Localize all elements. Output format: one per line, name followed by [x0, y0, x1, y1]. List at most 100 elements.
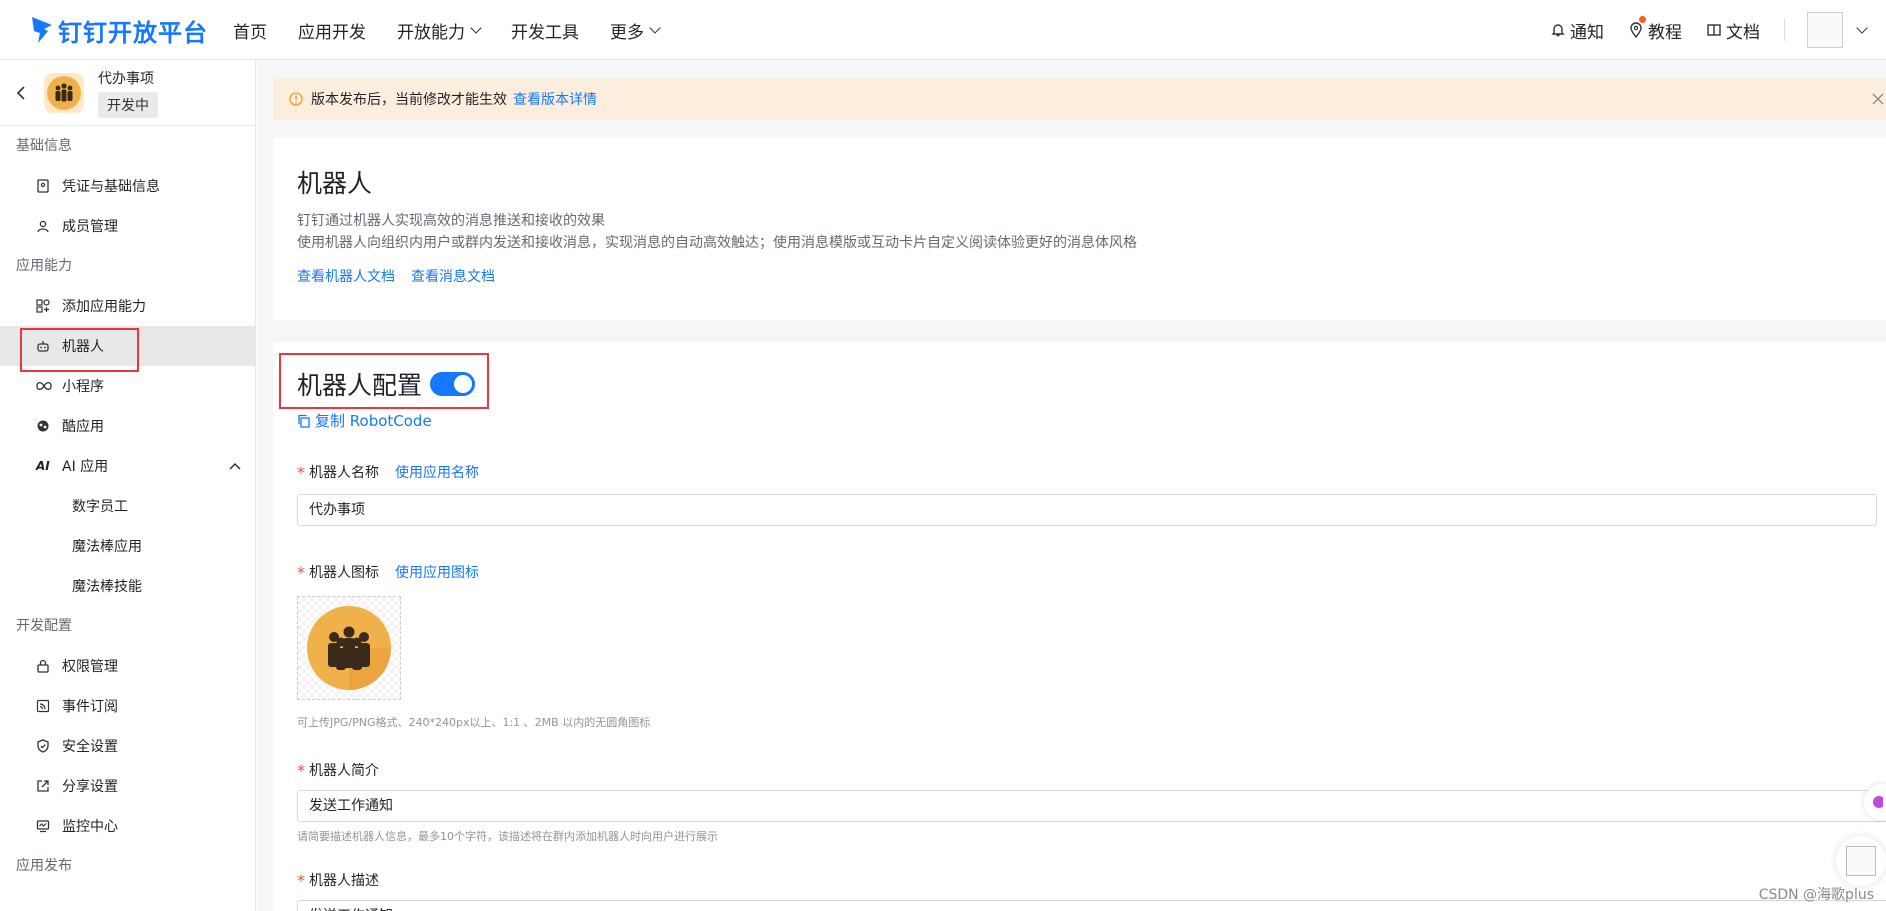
robot-doc-link[interactable]: 查看机器人文档	[297, 266, 395, 286]
nav-open-ability[interactable]: 开放能力	[397, 18, 482, 43]
sidebar-item-label: 成员管理	[62, 219, 118, 235]
required-asterisk: *	[297, 462, 305, 482]
required-asterisk: *	[297, 870, 305, 890]
sidebar-item-permissions[interactable]: 权限管理	[0, 646, 255, 686]
nav-more[interactable]: 更多	[610, 18, 661, 43]
info-icon	[289, 92, 303, 106]
page-title: 机器人	[297, 169, 373, 198]
highlight-box-config	[279, 353, 489, 409]
bell-icon	[1551, 24, 1565, 37]
sidebar-item-magic-app[interactable]: 魔法棒应用	[0, 526, 255, 566]
sidebar-item-digital-employee[interactable]: 数字员工	[0, 486, 255, 526]
robot-desc-input[interactable]: 发送工作通知	[297, 900, 1886, 911]
section-dev-config: 开发配置	[16, 618, 72, 634]
watermark: CSDN @海歌plus	[1758, 887, 1874, 903]
sidebar-item-ai-app[interactable]: AI AI 应用	[0, 446, 255, 486]
new-dot-icon	[1639, 15, 1646, 23]
notify-button[interactable]: 通知	[1550, 18, 1604, 43]
back-to-top-button[interactable]	[1836, 836, 1886, 886]
icon-label: 机器人图标	[309, 565, 379, 581]
name-field-label-row: * 机器人名称 使用应用名称	[297, 462, 479, 482]
icon-field-label-row: * 机器人图标 使用应用图标	[297, 562, 479, 582]
sidebar-item-label: 小程序	[62, 379, 104, 395]
sidebar-item-monitor[interactable]: 监控中心	[0, 806, 255, 846]
release-alert: 版本发布后，当前修改才能生效 查看版本详情	[273, 78, 1886, 120]
logo[interactable]: 钉钉开放平台	[30, 10, 208, 50]
brief-hint: 请简要描述机器人信息，最多10个字符，该描述将在群内添加机器人时向用户进行展示	[297, 830, 718, 843]
use-app-name-link[interactable]: 使用应用名称	[395, 462, 479, 482]
tutorial-label: 教程	[1648, 22, 1682, 43]
assistant-icon	[1873, 796, 1883, 808]
top-right-actions: 通知 教程 文档	[1550, 0, 1886, 60]
highlight-box-robot	[20, 328, 139, 372]
section-basic: 基础信息	[16, 138, 72, 154]
sidebar-item-label: 监控中心	[62, 819, 118, 835]
rss-icon	[36, 699, 54, 713]
dingtalk-logo-icon	[32, 17, 52, 43]
app-header: 代办事项 开发中	[0, 60, 255, 126]
intro-line-1: 钉钉通过机器人实现高效的消息推送和接收的效果	[297, 213, 605, 229]
nav-open-ability-label: 开放能力	[397, 22, 465, 43]
sidebar-item-credentials[interactable]: 凭证与基础信息	[0, 166, 255, 206]
sidebar-item-cool-app[interactable]: 酷应用	[0, 406, 255, 446]
copy-icon	[298, 414, 310, 428]
sidebar-item-security[interactable]: 安全设置	[0, 726, 255, 766]
chevron-down-icon[interactable]	[1856, 21, 1868, 34]
infinity-icon	[36, 381, 54, 391]
sidebar-item-label: 分享设置	[62, 779, 118, 795]
back-arrow-icon[interactable]	[16, 85, 26, 100]
tutorial-button[interactable]: 教程	[1628, 15, 1682, 43]
app-icon	[44, 72, 84, 113]
logo-text: 钉钉开放平台	[58, 18, 208, 47]
sidebar-item-share[interactable]: 分享设置	[0, 766, 255, 806]
sidebar-item-label: 酷应用	[62, 419, 104, 435]
sidebar-item-mini-program[interactable]: 小程序	[0, 366, 255, 406]
section-ability: 应用能力	[16, 258, 72, 274]
sidebar-item-add-ability[interactable]: 添加应用能力	[0, 286, 255, 326]
robot-icon-upload[interactable]	[297, 596, 401, 700]
robot-intro-card: 机器人 钉钉通过机器人实现高效的消息推送和接收的效果 使用机器人向组织内用户或群…	[273, 138, 1886, 320]
shield-icon	[36, 739, 54, 753]
sidebar-item-label: 安全设置	[62, 739, 118, 755]
id-card-icon	[36, 179, 54, 193]
ai-icon: AI	[36, 459, 50, 473]
nav-home[interactable]: 首页	[233, 18, 267, 43]
section-release: 应用发布	[16, 858, 72, 874]
brief-label: 机器人简介	[309, 763, 379, 779]
monitor-icon	[36, 819, 54, 833]
chevron-down-icon	[470, 21, 482, 34]
intro-line-2: 使用机器人向组织内用户或群内发送和接收消息，实现消息的自动高效触达；使用消息模版…	[297, 235, 1137, 251]
sidebar-item-events[interactable]: 事件订阅	[0, 686, 255, 726]
nav-app-dev-label: 应用开发	[298, 22, 366, 43]
docs-button[interactable]: 文档	[1706, 18, 1760, 43]
main-nav: 首页 应用开发 开放能力 开发工具 更多	[233, 0, 690, 60]
book-icon	[1707, 24, 1721, 36]
version-details-link[interactable]: 查看版本详情	[513, 89, 597, 109]
name-label: 机器人名称	[309, 465, 379, 481]
message-doc-link[interactable]: 查看消息文档	[411, 266, 495, 286]
close-icon[interactable]	[1872, 93, 1884, 105]
team-icon	[47, 75, 81, 110]
user-icon	[36, 219, 54, 233]
nav-dev-tools[interactable]: 开发工具	[511, 18, 579, 43]
nav-app-dev[interactable]: 应用开发	[298, 18, 366, 43]
status-badge: 开发中	[98, 91, 158, 118]
robot-name-input[interactable]: 代办事项	[297, 494, 1877, 526]
robot-brief-input[interactable]: 发送工作通知	[297, 790, 1886, 822]
sidebar-item-members[interactable]: 成员管理	[0, 206, 255, 246]
sidebar-item-label: AI 应用	[62, 459, 109, 475]
notify-label: 通知	[1570, 22, 1604, 43]
nav-home-label: 首页	[233, 22, 267, 43]
use-app-icon-link[interactable]: 使用应用图标	[395, 562, 479, 582]
copy-robotcode-button[interactable]: 复制 RobotCode	[297, 410, 432, 431]
chevron-down-icon	[649, 21, 661, 34]
required-asterisk: *	[297, 760, 305, 780]
copy-robotcode-label: 复制 RobotCode	[315, 412, 432, 430]
team-icon	[307, 606, 391, 690]
brief-field-label-row: * 机器人简介	[297, 760, 379, 780]
user-avatar[interactable]	[1807, 12, 1843, 48]
chevron-up-icon	[229, 462, 241, 470]
top-nav-bar: 钉钉开放平台 首页 应用开发 开放能力 开发工具 更多 通知 教程 文档	[0, 0, 1886, 60]
robot-config-card: 机器人配置 复制 RobotCode * 机器人名称 使用应用名称 代办事项 *…	[273, 342, 1886, 911]
sidebar-item-magic-skill[interactable]: 魔法棒技能	[0, 566, 255, 606]
